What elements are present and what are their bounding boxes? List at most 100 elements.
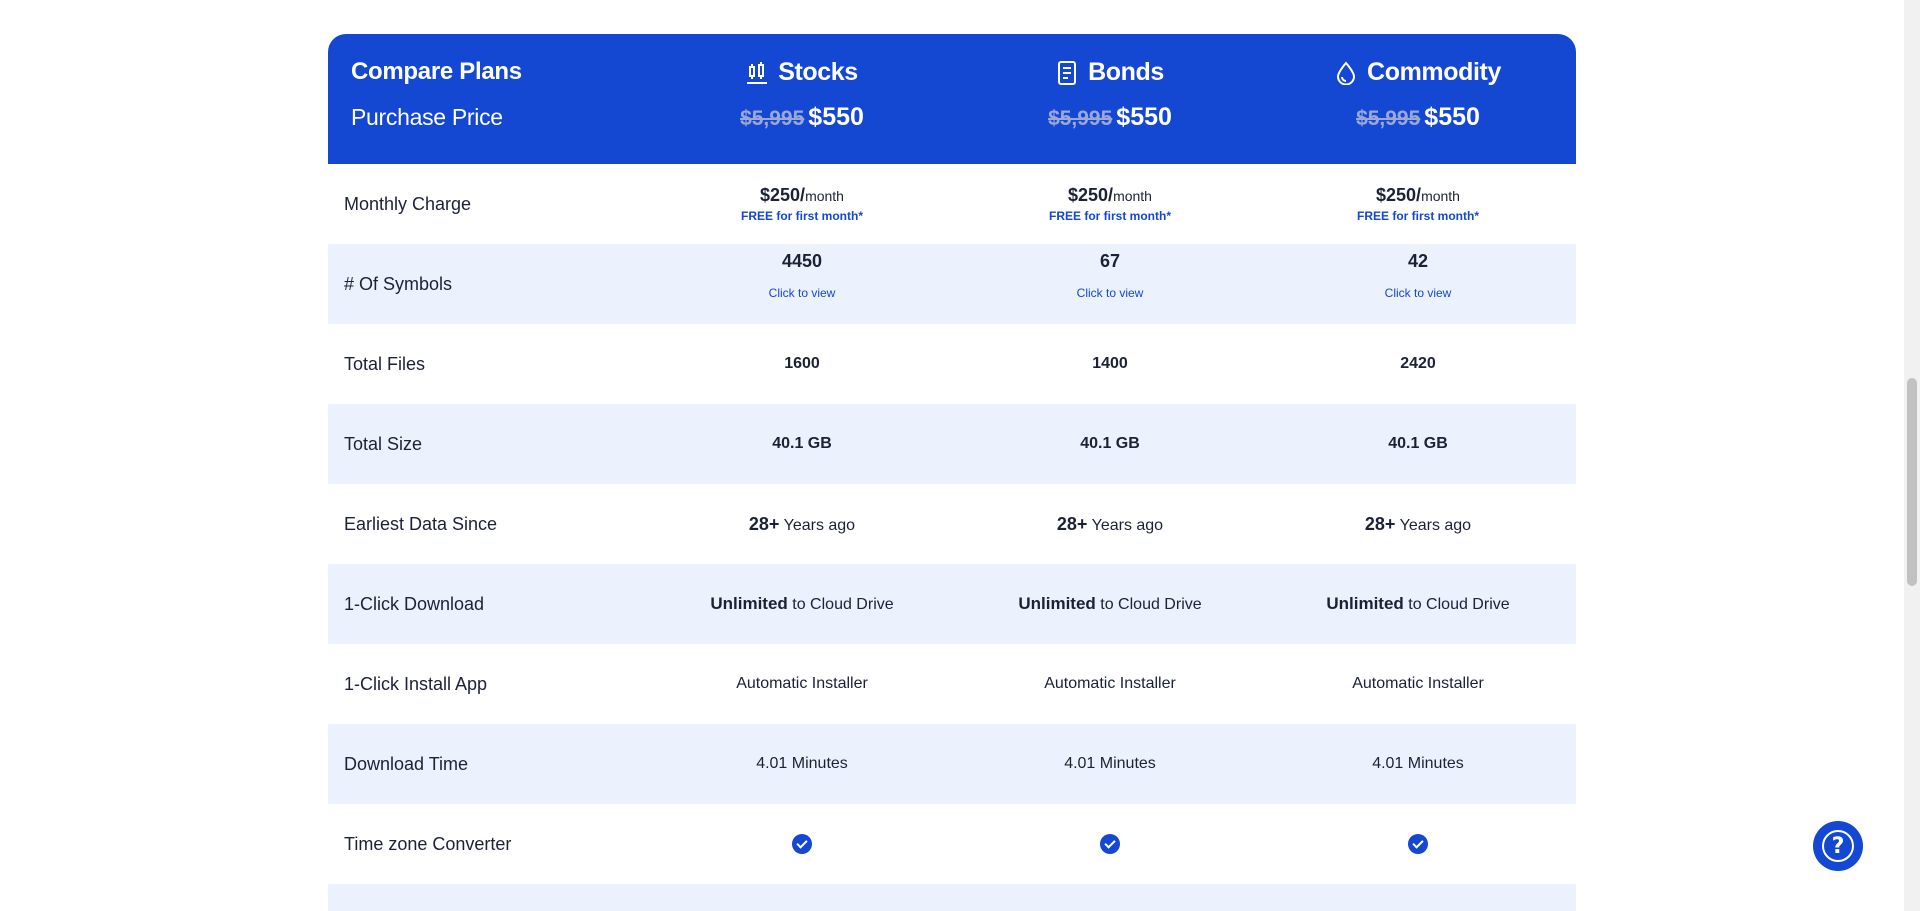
plan-name: Bonds bbox=[1088, 58, 1164, 86]
monthly-charge-cell: $250/month FREE for first month* bbox=[1264, 185, 1572, 223]
monthly-unit: month bbox=[1113, 188, 1152, 204]
unlimited-text: Unlimited bbox=[710, 594, 788, 613]
row-label: 1-Click Download bbox=[344, 593, 485, 614]
click-to-view-link[interactable]: Click to view bbox=[956, 286, 1264, 300]
symbols-cell: 42 Click to view bbox=[1264, 251, 1572, 300]
monthly-unit: month bbox=[805, 188, 844, 204]
monthly-unit: month bbox=[1421, 188, 1460, 204]
earliest-data-cell: 28+ Years ago bbox=[1264, 514, 1572, 535]
total-files-cell: 1600 bbox=[784, 355, 820, 372]
unlimited-text: Unlimited bbox=[1018, 594, 1096, 613]
download-cell: Unlimited to Cloud Drive bbox=[648, 594, 956, 614]
timezone-cell bbox=[648, 834, 956, 854]
check-icon bbox=[792, 834, 812, 854]
timezone-cell bbox=[1264, 834, 1572, 854]
page: Compare Plans Purchase Price Stocks $5,9… bbox=[0, 0, 1920, 911]
header-label-column: Compare Plans Purchase Price bbox=[328, 34, 648, 164]
row-label: Total Files bbox=[344, 353, 426, 374]
download-time-cell: 4.01 Minutes bbox=[756, 755, 848, 772]
plan-name: Commodity bbox=[1367, 58, 1501, 86]
symbol-count: 67 bbox=[1099, 250, 1121, 271]
install-cell: Automatic Installer bbox=[1352, 675, 1484, 692]
click-to-view-link[interactable]: Click to view bbox=[1264, 286, 1572, 300]
total-files-cell: 2420 bbox=[1400, 355, 1436, 372]
plan-price: $550 bbox=[1424, 103, 1480, 131]
row-download-time: Download Time 4.01 Minutes 4.01 Minutes … bbox=[328, 724, 1576, 804]
candlestick-chart-icon bbox=[746, 61, 768, 85]
download-time-cell: 4.01 Minutes bbox=[1372, 755, 1464, 772]
symbols-cell: 67 Click to view bbox=[956, 251, 1264, 300]
old-price: $5,995 bbox=[740, 107, 805, 130]
symbols-cell: 4450 Click to view bbox=[648, 251, 956, 300]
help-button[interactable]: ? bbox=[1813, 821, 1863, 871]
compare-plans-table: Compare Plans Purchase Price Stocks $5,9… bbox=[328, 34, 1576, 911]
plan-price: $550 bbox=[808, 103, 864, 131]
free-note: FREE for first month* bbox=[1049, 209, 1171, 223]
total-size-cell: 40.1 GB bbox=[1388, 435, 1448, 452]
row-total-files: Total Files 1600 1400 2420 bbox=[328, 324, 1576, 404]
years-text: Years ago bbox=[783, 516, 856, 534]
question-mark-icon: ? bbox=[1822, 830, 1854, 862]
earliest-data-cell: 28+ Years ago bbox=[648, 514, 956, 535]
row-one-click-download: 1-Click Download Unlimited to Cloud Driv… bbox=[328, 564, 1576, 644]
plan-stocks: Stocks $5,995 $550 bbox=[648, 34, 956, 164]
plan-bonds: Bonds $5,995 $550 bbox=[956, 34, 1264, 164]
row-label: Download Time bbox=[344, 753, 469, 774]
check-icon bbox=[1408, 834, 1428, 854]
old-price: $5,995 bbox=[1356, 107, 1421, 130]
compare-plans-title: Compare Plans bbox=[351, 58, 522, 85]
cloud-drive-text: to Cloud Drive bbox=[1100, 596, 1202, 613]
plan-name: Stocks bbox=[778, 58, 858, 86]
install-cell: Automatic Installer bbox=[736, 675, 868, 692]
row-label: Time zone Converter bbox=[344, 833, 512, 854]
cloud-drive-text: to Cloud Drive bbox=[792, 596, 894, 613]
free-note: FREE for first month* bbox=[1357, 209, 1479, 223]
oil-drop-icon bbox=[1335, 60, 1357, 85]
row-one-click-install: 1-Click Install App Automatic Installer … bbox=[328, 644, 1576, 724]
click-to-view-link[interactable]: Click to view bbox=[648, 286, 956, 300]
years-number: 28+ bbox=[1056, 513, 1088, 534]
earliest-data-cell: 28+ Years ago bbox=[956, 514, 1264, 535]
row-total-size: Total Size 40.1 GB 40.1 GB 40.1 GB bbox=[328, 404, 1576, 484]
row-label: Total Size bbox=[344, 433, 423, 454]
document-icon bbox=[1056, 60, 1078, 85]
plan-price: $550 bbox=[1116, 103, 1172, 131]
purchase-price-label: Purchase Price bbox=[351, 104, 503, 130]
monthly-charge-cell: $250/month FREE for first month* bbox=[648, 185, 956, 223]
row-earliest-data: Earliest Data Since 28+ Years ago 28+ Ye… bbox=[328, 484, 1576, 564]
download-cell: Unlimited to Cloud Drive bbox=[1264, 594, 1572, 614]
table-header: Compare Plans Purchase Price Stocks $5,9… bbox=[328, 34, 1576, 164]
scrollbar-thumb[interactable] bbox=[1907, 378, 1917, 586]
row-symbols: # Of Symbols 4450 Click to view 67 Click… bbox=[328, 244, 1576, 324]
monthly-charge-cell: $250/month FREE for first month* bbox=[956, 185, 1264, 223]
free-note: FREE for first month* bbox=[741, 209, 863, 223]
total-size-cell: 40.1 GB bbox=[1080, 435, 1140, 452]
unlimited-text: Unlimited bbox=[1326, 594, 1404, 613]
cloud-drive-text: to Cloud Drive bbox=[1408, 596, 1510, 613]
monthly-amount: $250/ bbox=[1068, 185, 1114, 205]
old-price: $5,995 bbox=[1048, 107, 1113, 130]
plan-commodity: Commodity $5,995 $550 bbox=[1264, 34, 1572, 164]
monthly-amount: $250/ bbox=[1376, 185, 1422, 205]
timezone-cell bbox=[956, 834, 1264, 854]
row-label: Monthly Charge bbox=[344, 193, 472, 214]
download-time-cell: 4.01 Minutes bbox=[1064, 755, 1156, 772]
monthly-amount: $250/ bbox=[760, 185, 806, 205]
check-icon bbox=[1100, 834, 1120, 854]
scrollbar[interactable] bbox=[1904, 0, 1920, 911]
row-label: # Of Symbols bbox=[344, 273, 453, 294]
symbol-count: 4450 bbox=[781, 250, 823, 271]
install-cell: Automatic Installer bbox=[1044, 675, 1176, 692]
row-label: Earliest Data Since bbox=[344, 513, 498, 534]
total-size-cell: 40.1 GB bbox=[772, 435, 832, 452]
years-text: Years ago bbox=[1091, 516, 1164, 534]
years-number: 28+ bbox=[748, 513, 780, 534]
row-monthly-charge: Monthly Charge $250/month FREE for first… bbox=[328, 164, 1576, 244]
total-files-cell: 1400 bbox=[1092, 355, 1128, 372]
years-text: Years ago bbox=[1399, 516, 1472, 534]
row-timezone-converter: Time zone Converter bbox=[328, 804, 1576, 884]
row-label: 1-Click Install App bbox=[344, 673, 488, 694]
years-number: 28+ bbox=[1364, 513, 1396, 534]
symbol-count: 42 bbox=[1407, 250, 1429, 271]
download-cell: Unlimited to Cloud Drive bbox=[956, 594, 1264, 614]
